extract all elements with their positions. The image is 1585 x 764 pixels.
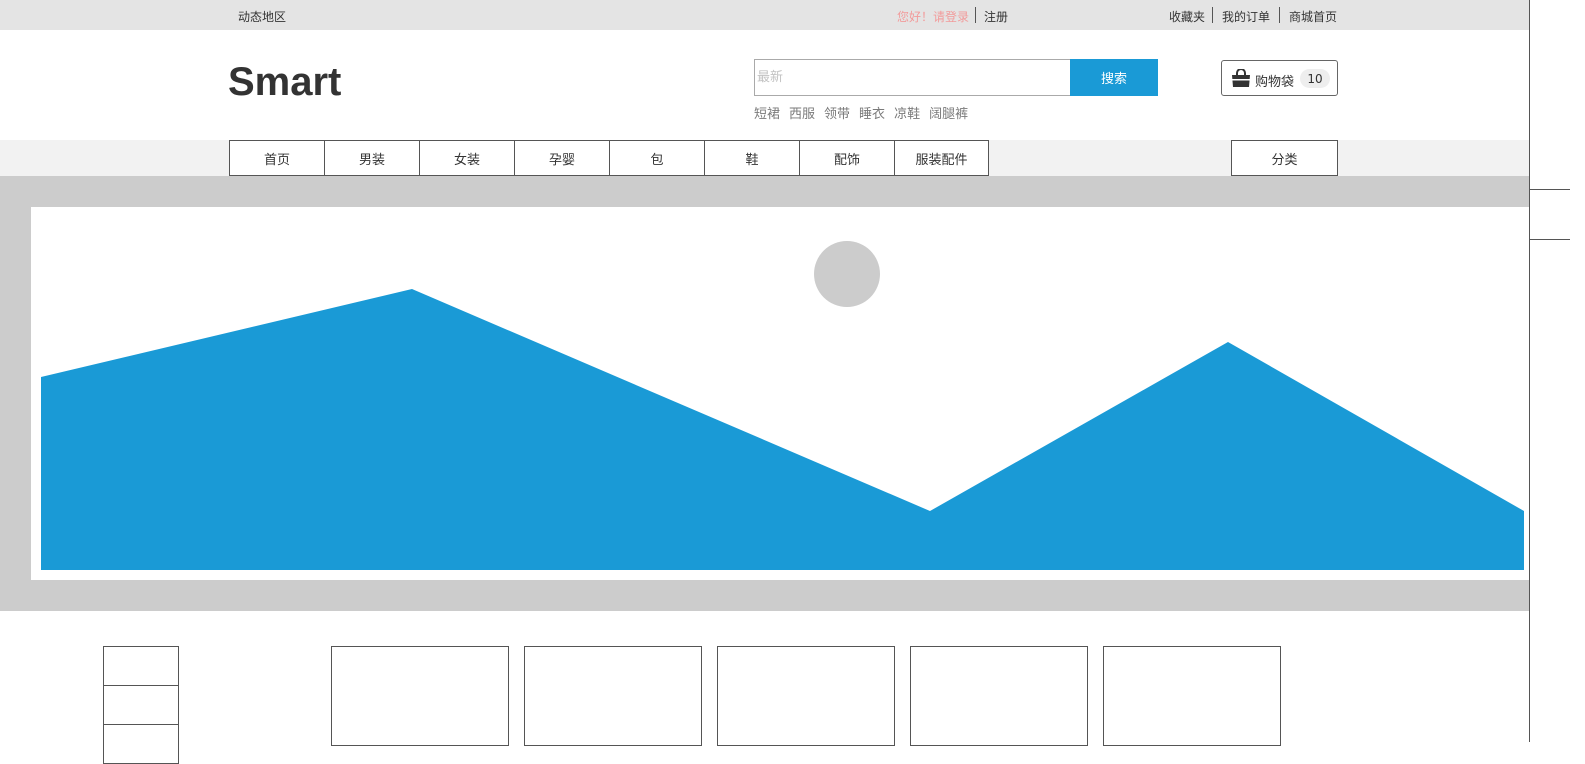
nav-item-shoes[interactable]: 鞋: [704, 140, 800, 176]
hot-word-link[interactable]: 短裙: [754, 107, 780, 122]
nav-item-bags[interactable]: 包: [609, 140, 705, 176]
product-card[interactable]: [524, 646, 702, 746]
my-orders-link[interactable]: 我的订单: [1222, 8, 1270, 25]
divider: [1212, 7, 1213, 23]
search-input[interactable]: [754, 59, 1071, 96]
mall-home-link[interactable]: 商城首页: [1289, 8, 1337, 25]
main-nav: 首页 男装 女装 孕婴 包 鞋 配饰 服装配件 分类: [0, 140, 1530, 176]
login-link[interactable]: 您好！请登录: [897, 8, 969, 25]
product-card[interactable]: [910, 646, 1088, 746]
side-menu-item[interactable]: [103, 646, 179, 686]
nav-item-women[interactable]: 女装: [419, 140, 515, 176]
side-menu-item[interactable]: [103, 685, 179, 725]
hot-search-words: 短裙 西服 领带 睡衣 凉鞋 阔腿裤: [754, 103, 977, 122]
divider: [975, 7, 976, 23]
search-button[interactable]: 搜索: [1070, 59, 1158, 96]
cart-label: 购物袋: [1255, 75, 1295, 90]
divider: [1279, 7, 1280, 23]
nav-item-baby[interactable]: 孕婴: [514, 140, 610, 176]
scrollbar-divider: [1530, 189, 1570, 190]
region-link[interactable]: 动态地区: [238, 8, 286, 25]
banner-image-placeholder[interactable]: [31, 207, 1530, 580]
hot-word-link[interactable]: 领带: [824, 107, 850, 122]
hot-word-link[interactable]: 睡衣: [859, 107, 885, 122]
shopping-bag-icon: [1232, 69, 1250, 87]
nav-item-clothing-accessories[interactable]: 服装配件: [894, 140, 989, 176]
landscape-image-icon: [41, 241, 1524, 570]
site-logo[interactable]: Smart: [228, 60, 341, 105]
favorites-link[interactable]: 收藏夹: [1169, 8, 1205, 25]
cart-count-badge: 10: [1300, 69, 1330, 88]
hot-word-link[interactable]: 西服: [789, 107, 815, 122]
mountain-shape: [41, 289, 1524, 570]
register-link[interactable]: 注册: [984, 8, 1008, 25]
top-bar: 动态地区 您好！请登录 注册 收藏夹 我的订单 商城首页: [0, 0, 1530, 30]
side-menu-item[interactable]: [103, 724, 179, 764]
hot-word-link[interactable]: 阔腿裤: [929, 107, 968, 122]
product-card[interactable]: [1103, 646, 1281, 746]
product-card[interactable]: [331, 646, 509, 746]
shopping-bag-button[interactable]: 购物袋 10: [1221, 60, 1338, 96]
scrollbar-divider: [1530, 239, 1570, 240]
scrollbar[interactable]: [1529, 0, 1569, 742]
category-button[interactable]: 分类: [1231, 140, 1338, 176]
hot-word-link[interactable]: 凉鞋: [894, 107, 920, 122]
nav-item-men[interactable]: 男装: [324, 140, 420, 176]
nav-item-home[interactable]: 首页: [229, 140, 325, 176]
nav-item-accessories[interactable]: 配饰: [799, 140, 895, 176]
product-card[interactable]: [717, 646, 895, 746]
sun-shape: [814, 241, 880, 307]
